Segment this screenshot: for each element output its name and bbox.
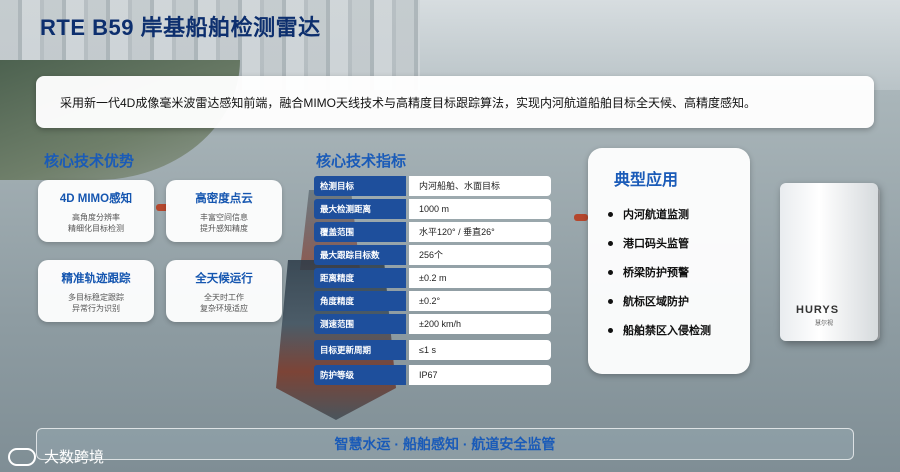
- application-label: 港口码头监管: [623, 238, 689, 250]
- card-line: 高角度分辨率: [72, 213, 120, 222]
- spec-value: ±0.2°: [409, 291, 551, 311]
- brand-text: 大数跨境: [44, 449, 105, 466]
- card-line: 精细化目标检测: [68, 224, 124, 233]
- spec-key: 测速范围: [314, 314, 406, 334]
- spec-value: 256个: [409, 245, 551, 265]
- spec-row: 目标更新周期 ≤1 s: [314, 340, 551, 360]
- card-title: 精准轨迹跟踪: [61, 273, 131, 285]
- spec-value: 内河船舶、水面目标: [409, 176, 551, 196]
- card-line: 复杂环境适应: [200, 304, 248, 313]
- application-item: 港口码头监管: [608, 235, 689, 251]
- specs-title: 核心技术指标: [316, 153, 407, 170]
- advantage-card-4d-mimo: 4D MIMO感知 高角度分辨率 精细化目标检测: [38, 180, 154, 242]
- spec-row: 检测目标 内河船舶、水面目标: [314, 176, 551, 196]
- application-label: 内河航道监测: [623, 209, 689, 221]
- spec-key: 距离精度: [314, 268, 406, 288]
- spec-key: 最大跟踪目标数: [314, 245, 406, 265]
- spec-value: IP67: [409, 365, 551, 385]
- spec-row: 测速范围 ±200 km/h: [314, 314, 551, 334]
- spec-row: 最大检测距离 1000 m: [314, 199, 551, 219]
- spec-row: 最大跟踪目标数 256个: [314, 245, 551, 265]
- spec-key: 目标更新周期: [314, 340, 406, 360]
- spec-value: ±200 km/h: [409, 314, 551, 334]
- application-item: 航标区域防护: [608, 293, 689, 309]
- applications-panel: 典型应用 内河航道监测 港口码头监管 桥梁防护预警 航标区域防护 船舶禁区入侵检…: [588, 148, 750, 374]
- spec-value: ≤1 s: [409, 340, 551, 360]
- bullet-icon: [608, 269, 613, 275]
- bullet-icon: [608, 240, 613, 246]
- card-title: 4D MIMO感知: [59, 193, 133, 205]
- card-line: 全天时工作: [204, 293, 244, 302]
- small-boat: [574, 214, 588, 221]
- core-advantages-title: 核心技术优势: [44, 153, 135, 170]
- card-title: 高密度点云: [195, 193, 253, 205]
- footer-text: 智慧水运 · 船舶感知 · 航道安全监管: [334, 436, 556, 452]
- spec-row: 覆盖范围 水平120° / 垂直26°: [314, 222, 551, 242]
- page-title: RTE B59 岸基船舶检测雷达: [40, 15, 321, 40]
- footer-banner: 智慧水运 · 船舶感知 · 航道安全监管: [36, 428, 854, 460]
- intro-text: 采用新一代4D成像毫米波雷达感知前端，融合MIMO天线技术与高精度目标跟踪算法，…: [60, 95, 757, 110]
- brand-watermark: 大数跨境: [8, 446, 104, 467]
- spec-key: 角度精度: [314, 291, 406, 311]
- spec-row: 防护等级 IP67: [314, 365, 551, 385]
- application-item: 内河航道监测: [608, 206, 689, 222]
- application-item: 桥梁防护预警: [608, 264, 689, 280]
- advantage-card-all-weather: 全天候运行 全天时工作 复杂环境适应: [166, 260, 282, 322]
- advantage-card-tracking: 精准轨迹跟踪 多目标稳定跟踪 异常行为识别: [38, 260, 154, 322]
- device-logo: HURYS: [796, 304, 840, 316]
- bullet-icon: [608, 327, 613, 333]
- bullet-icon: [608, 211, 613, 217]
- advantage-card-point-cloud: 高密度点云 丰富空间信息 提升感知精度: [166, 180, 282, 242]
- card-line: 异常行为识别: [72, 304, 120, 313]
- application-label: 船舶禁区入侵检测: [623, 325, 711, 337]
- device-sublogo: 慧尔视: [815, 321, 834, 327]
- brand-logo-icon: [8, 447, 36, 466]
- card-title: 全天候运行: [195, 273, 253, 285]
- spec-value: 水平120° / 垂直26°: [409, 222, 551, 242]
- spec-key: 最大检测距离: [314, 199, 406, 219]
- spec-value: ±0.2 m: [409, 268, 551, 288]
- application-label: 航标区域防护: [623, 296, 689, 308]
- spec-value: 1000 m: [409, 199, 551, 219]
- applications-title: 典型应用: [614, 172, 679, 189]
- spec-row: 距离精度 ±0.2 m: [314, 268, 551, 288]
- spec-key: 覆盖范围: [314, 222, 406, 242]
- application-item: 船舶禁区入侵检测: [608, 322, 711, 338]
- bullet-icon: [608, 298, 613, 304]
- spec-key: 检测目标: [314, 176, 406, 196]
- card-line: 丰富空间信息: [200, 213, 248, 222]
- spec-row: 角度精度 ±0.2°: [314, 291, 551, 311]
- intro-banner: 采用新一代4D成像毫米波雷达感知前端，融合MIMO天线技术与高精度目标跟踪算法，…: [36, 76, 874, 128]
- spec-key: 防护等级: [314, 365, 406, 385]
- card-line: 多目标稳定跟踪: [68, 293, 124, 302]
- card-line: 提升感知精度: [200, 224, 248, 233]
- application-label: 桥梁防护预警: [623, 267, 689, 279]
